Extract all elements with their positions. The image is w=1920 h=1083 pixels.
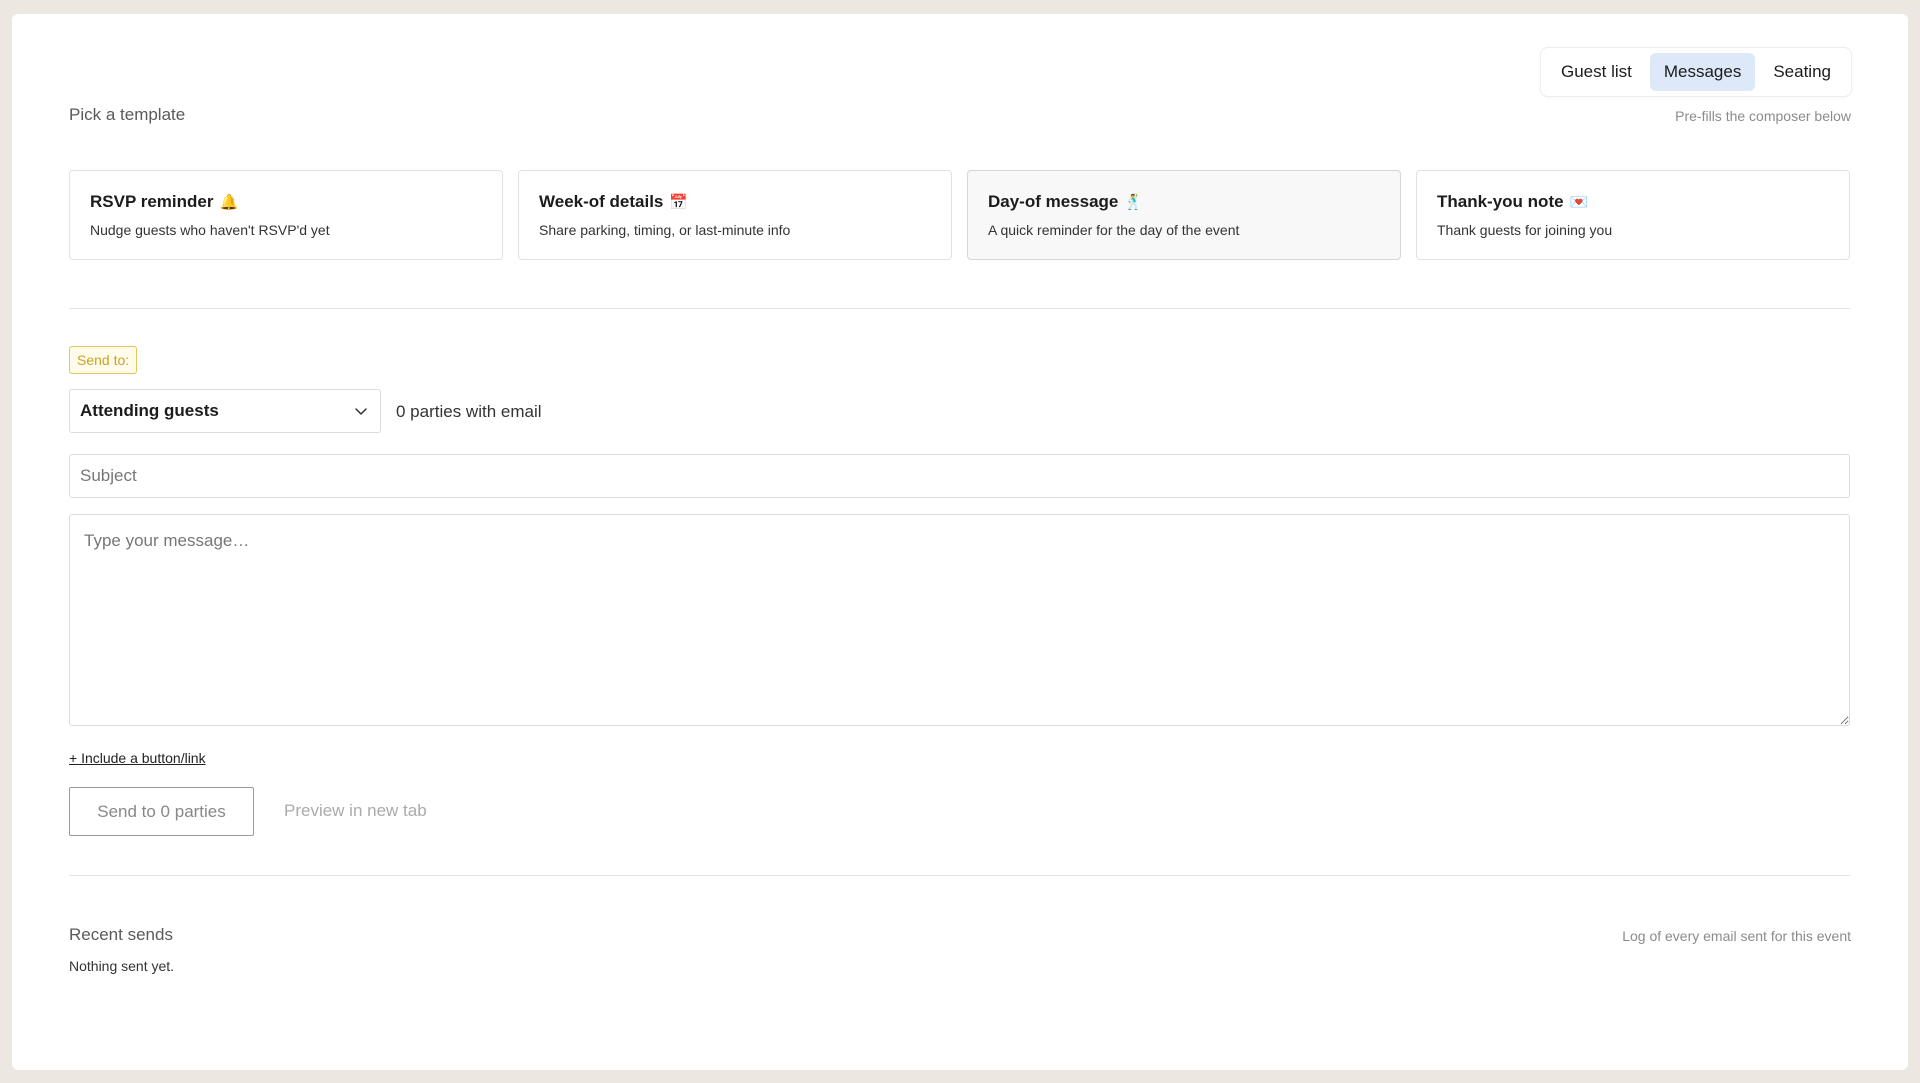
template-title: Week-of details <box>539 192 664 211</box>
love-letter-icon: 💌 <box>1569 194 1589 211</box>
template-description: Share parking, timing, or last-minute in… <box>539 222 791 238</box>
recent-sends-title: Recent sends <box>69 925 173 944</box>
template-card-thank-you-note[interactable]: Thank-you note 💌 Thank guests for joinin… <box>1416 170 1850 260</box>
audience-select-value: Attending guests <box>80 401 219 420</box>
tab-messages[interactable]: Messages <box>1649 53 1756 91</box>
template-card-rsvp-reminder[interactable]: RSVP reminder 🔔 Nudge guests who haven't… <box>69 170 503 260</box>
divider <box>69 308 1850 309</box>
templates-section-hint: Pre-fills the composer below <box>1675 108 1851 124</box>
recent-sends-hint: Log of every email sent for this event <box>1622 928 1851 944</box>
template-list: RSVP reminder 🔔 Nudge guests who haven't… <box>69 170 1850 260</box>
template-title: Day-of message <box>988 192 1119 211</box>
main-card: Guest list Messages Seating Pick a templ… <box>12 14 1908 1070</box>
template-card-week-of-details[interactable]: Week-of details 📅 Share parking, timing,… <box>518 170 952 260</box>
divider <box>69 875 1850 876</box>
template-description: A quick reminder for the day of the even… <box>988 222 1240 238</box>
tab-guest-list[interactable]: Guest list <box>1547 53 1646 91</box>
parties-count: 0 parties with email <box>396 402 542 421</box>
template-description: Nudge guests who haven't RSVP'd yet <box>90 222 330 238</box>
include-button-link[interactable]: + Include a button/link <box>69 750 206 766</box>
templates-section-title: Pick a template <box>69 105 186 124</box>
chevron-down-icon <box>355 408 367 415</box>
send-to-label: Send to: <box>69 346 138 374</box>
dancer-icon: 🕺 <box>1124 194 1144 211</box>
subject-input[interactable] <box>69 454 1850 498</box>
bell-icon: 🔔 <box>219 194 239 211</box>
template-title: RSVP reminder <box>90 192 214 211</box>
audience-select[interactable]: Attending guests <box>69 389 381 433</box>
calendar-icon: 📅 <box>669 194 689 211</box>
preview-button[interactable]: Preview in new tab <box>284 801 427 821</box>
template-title: Thank-you note <box>1437 192 1564 211</box>
view-tabs: Guest list Messages Seating <box>1539 47 1852 97</box>
message-textarea[interactable] <box>69 514 1850 726</box>
template-description: Thank guests for joining you <box>1437 222 1613 238</box>
tab-seating[interactable]: Seating <box>1759 53 1845 91</box>
template-card-day-of-message[interactable]: Day-of message 🕺 A quick reminder for th… <box>967 170 1401 260</box>
send-button[interactable]: Send to 0 parties <box>69 787 254 836</box>
recent-sends-empty: Nothing sent yet. <box>69 958 175 974</box>
